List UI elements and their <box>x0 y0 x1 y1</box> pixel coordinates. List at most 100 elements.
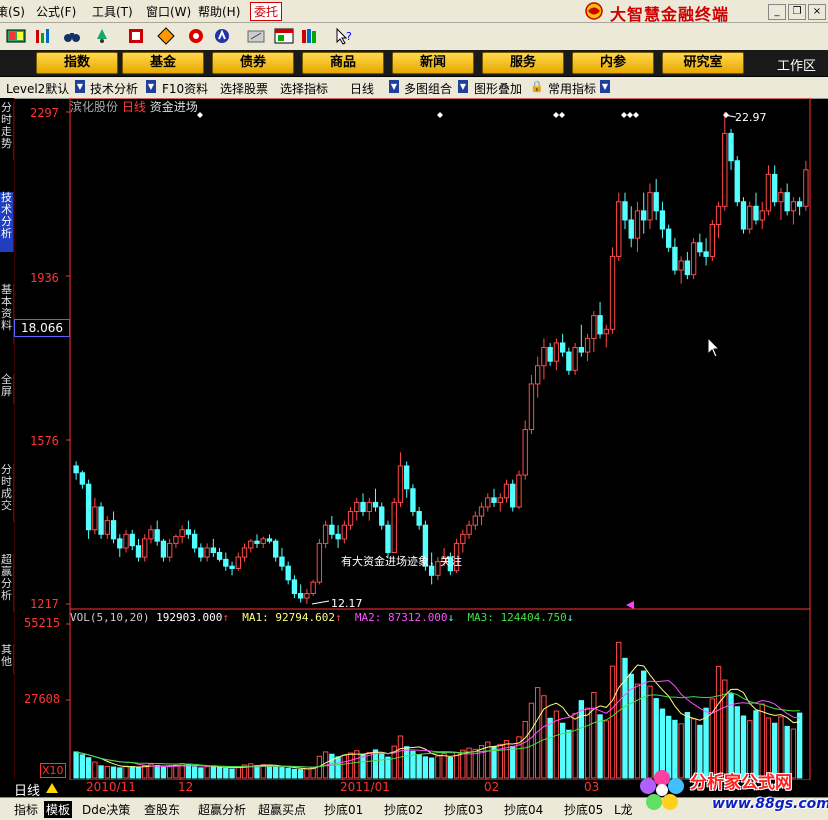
btab-template[interactable]: 模板 <box>44 801 73 818</box>
menu-tools[interactable]: 工具(T) <box>92 3 133 20</box>
candle-body <box>372 501 379 508</box>
tab-other[interactable]: 其他 <box>0 644 14 674</box>
candle-body <box>129 533 135 547</box>
nav-news[interactable]: 新闻 <box>392 52 474 74</box>
candle-body <box>354 501 360 513</box>
pen-icon[interactable] <box>246 27 266 45</box>
nav-index[interactable]: 指数 <box>36 52 118 74</box>
menu-window[interactable]: 窗口(W) <box>146 3 191 20</box>
ma1-value: 92794.602 <box>275 611 335 624</box>
nav-commodity[interactable]: 商品 <box>302 52 384 74</box>
btab-bottom05[interactable]: 抄底05 <box>564 801 603 818</box>
ma1-label: MA1: <box>242 611 269 624</box>
period-daily-menu[interactable]: 日线 <box>350 80 374 97</box>
zoom-x10-button[interactable]: X10 <box>40 763 66 778</box>
tab-fundamental[interactable]: 基本资料 <box>0 284 14 344</box>
signal-diamond-icon <box>627 112 633 118</box>
f10-info-button[interactable]: F10资料 <box>162 80 208 97</box>
menu-help[interactable]: 帮助(H) <box>198 3 240 20</box>
radar-icon[interactable] <box>186 27 206 45</box>
volume-label: VOL(5,10,20) <box>70 611 150 624</box>
btab-more[interactable]: L龙 <box>614 801 633 818</box>
chevron-down-icon[interactable]: ▼ <box>389 80 399 93</box>
select-stock-button[interactable]: 选择股票 <box>220 80 268 97</box>
menu-formula[interactable]: 公式(F) <box>36 3 76 20</box>
candle-body <box>697 242 703 253</box>
btab-bottom01[interactable]: 抄底01 <box>324 801 363 818</box>
candle-body <box>304 593 310 599</box>
common-indicator-menu[interactable]: 常用指标 <box>548 80 596 97</box>
candle-body <box>772 173 778 203</box>
btab-super-analysis[interactable]: 超赢分析 <box>198 801 246 818</box>
overlay-menu[interactable]: 图形叠加 <box>474 80 522 97</box>
function-bar: Level2默认 ▼ 技术分析 ▼ F10资料 选择股票 选择指标 日线 ▼ 多… <box>0 77 828 99</box>
diamond-icon[interactable] <box>156 27 176 45</box>
nav-insider[interactable]: 内参 <box>572 52 654 74</box>
btab-indicator[interactable]: 指标 <box>14 801 38 818</box>
candle-body <box>235 556 241 569</box>
multi-chart-menu[interactable]: 多图组合 <box>404 80 452 97</box>
tab-intraday[interactable]: 分时走势 <box>0 102 14 160</box>
candle-body <box>765 173 772 212</box>
candle-body <box>628 219 634 239</box>
menu-strategy[interactable]: 策(S) <box>0 3 25 20</box>
binoculars-icon[interactable] <box>62 27 82 45</box>
lock-icon[interactable]: 🔒 <box>530 80 544 93</box>
select-indicator-button[interactable]: 选择指标 <box>280 80 328 97</box>
candle-body <box>591 315 597 339</box>
date-tick-label: 2011/01 <box>340 780 390 794</box>
tab-intraday-trades[interactable]: 分时成交 <box>0 464 14 522</box>
nav-fund[interactable]: 基金 <box>122 52 204 74</box>
books-icon[interactable] <box>300 27 320 45</box>
candle-body <box>410 488 416 513</box>
alarm-icon[interactable] <box>92 27 112 45</box>
tech-analysis-menu[interactable]: 技术分析 <box>90 80 138 97</box>
volume-bar <box>92 761 98 779</box>
btab-bottom03[interactable]: 抄底03 <box>444 801 483 818</box>
bookmark-icon[interactable] <box>126 27 146 45</box>
bars-icon[interactable] <box>34 27 54 45</box>
tab-technical[interactable]: 技术分析 <box>0 192 14 252</box>
btab-bottom04[interactable]: 抄底04 <box>504 801 543 818</box>
minimize-icon[interactable]: _ <box>768 4 786 20</box>
volume-bar <box>347 752 354 779</box>
volume-bar <box>229 768 235 779</box>
grid-icon[interactable] <box>6 27 26 45</box>
level2-default-menu[interactable]: Level2默认 <box>6 80 69 97</box>
nav-service[interactable]: 服务 <box>482 52 564 74</box>
volume-bar <box>85 757 92 779</box>
candle-body <box>73 465 79 474</box>
volume-bar <box>584 707 591 779</box>
chevron-down-icon[interactable]: ▼ <box>146 80 156 93</box>
chevron-down-icon[interactable]: ▼ <box>600 80 610 93</box>
candle-body <box>478 506 485 517</box>
btab-dde[interactable]: Dde决策 <box>82 801 130 818</box>
candle-body <box>160 540 167 558</box>
btab-super-buy[interactable]: 超赢买点 <box>258 801 306 818</box>
kline-chart[interactable] <box>14 98 828 780</box>
help-pointer-icon[interactable]: ? <box>334 27 354 45</box>
volume-bar <box>266 765 273 779</box>
chevron-down-icon[interactable]: ▼ <box>458 80 468 93</box>
workspace-button[interactable]: 工作区 <box>777 55 816 74</box>
candle-body <box>241 547 248 558</box>
close-icon[interactable]: × <box>808 4 826 20</box>
volume-bar <box>578 700 585 779</box>
trade-order-button[interactable]: 委托 <box>250 2 283 21</box>
candle-body <box>690 242 697 276</box>
tab-super-analysis[interactable]: 超赢分析 <box>0 554 14 612</box>
signal-diamond-icon <box>437 112 443 118</box>
tab-fullscreen[interactable]: 全屏 <box>0 374 14 404</box>
chevron-down-icon[interactable]: ▼ <box>75 80 85 93</box>
hand-icon[interactable] <box>212 27 232 45</box>
volume-bar <box>285 767 291 779</box>
btab-bottom02[interactable]: 抄底02 <box>384 801 423 818</box>
restore-icon[interactable]: ❐ <box>788 4 806 20</box>
candle-body <box>497 497 503 503</box>
triangle-up-icon[interactable] <box>46 783 58 793</box>
window-icon[interactable] <box>274 27 294 45</box>
btab-shareholder[interactable]: 查股东 <box>144 801 180 818</box>
candle-body <box>759 210 765 221</box>
nav-research[interactable]: 研究室 <box>662 52 744 74</box>
nav-bond[interactable]: 债券 <box>212 52 294 74</box>
